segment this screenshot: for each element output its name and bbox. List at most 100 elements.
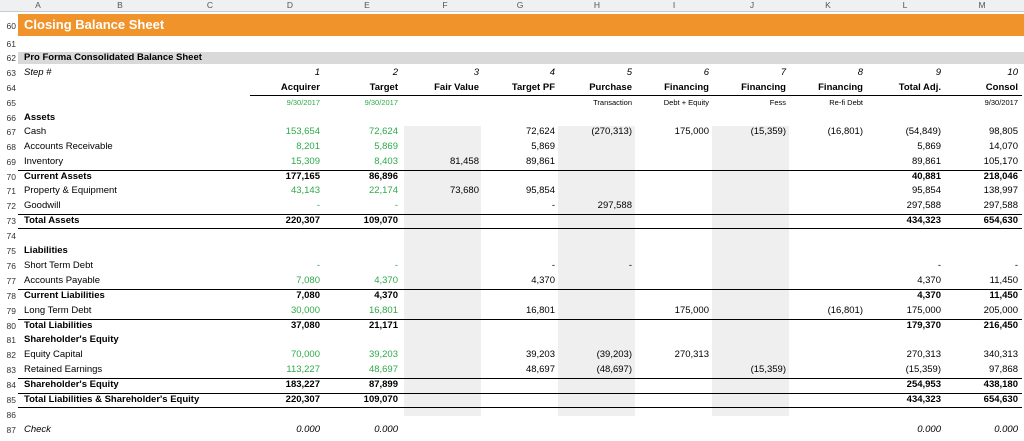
- cell-k64[interactable]: Financing: [773, 82, 863, 94]
- cell-a80[interactable]: Total Liabilities: [24, 320, 92, 332]
- cell-a87[interactable]: Check: [24, 424, 51, 436]
- row-number[interactable]: 66: [0, 112, 16, 124]
- cell-e63[interactable]: 2: [308, 67, 398, 79]
- cell-a63[interactable]: Step #: [24, 67, 51, 79]
- cell-e69[interactable]: 8,403: [308, 156, 398, 168]
- cell-d70[interactable]: 177,165: [230, 171, 320, 183]
- row-number[interactable]: 71: [0, 185, 16, 197]
- cell-d65[interactable]: 9/30/2017: [230, 97, 320, 109]
- cell-d84[interactable]: 183,227: [230, 379, 320, 391]
- cell-m78[interactable]: 11,450: [928, 290, 1018, 302]
- cell-g77[interactable]: 4,370: [465, 275, 555, 287]
- cell-a78[interactable]: Current Liabilities: [24, 290, 105, 302]
- row-number[interactable]: 74: [0, 230, 16, 242]
- cell-a79[interactable]: Long Term Debt: [24, 305, 91, 317]
- row-number[interactable]: 68: [0, 141, 16, 153]
- row-number[interactable]: 69: [0, 156, 16, 168]
- cell-a82[interactable]: Equity Capital: [24, 349, 83, 361]
- cell-h76[interactable]: -: [542, 260, 632, 272]
- cell-d76[interactable]: -: [230, 260, 320, 272]
- cell-m83[interactable]: 97,868: [928, 364, 1018, 376]
- cell-m71[interactable]: 138,997: [928, 185, 1018, 197]
- cell-m85[interactable]: 654,630: [928, 394, 1018, 406]
- cell-e64[interactable]: Target: [308, 82, 398, 94]
- cell-e87[interactable]: 0.000: [308, 424, 398, 436]
- cell-a85[interactable]: Total Liabilities & Shareholder's Equity: [24, 394, 199, 406]
- cell-m73[interactable]: 654,630: [928, 215, 1018, 227]
- cell-m87[interactable]: 0.000: [928, 424, 1018, 436]
- cell-a72[interactable]: Goodwill: [24, 200, 60, 212]
- cell-d80[interactable]: 37,080: [230, 320, 320, 332]
- row-number[interactable]: 78: [0, 290, 16, 302]
- cell-m80[interactable]: 216,450: [928, 320, 1018, 332]
- cell-m69[interactable]: 105,170: [928, 156, 1018, 168]
- cell-d64[interactable]: Acquirer: [230, 82, 320, 94]
- cell-e71[interactable]: 22,174: [308, 185, 398, 197]
- row-number[interactable]: 75: [0, 245, 16, 257]
- cell-e85[interactable]: 109,070: [308, 394, 398, 406]
- column-letter-k[interactable]: K: [820, 0, 836, 11]
- cell-e80[interactable]: 21,171: [308, 320, 398, 332]
- cell-e82[interactable]: 39,203: [308, 349, 398, 361]
- cell-e70[interactable]: 86,896: [308, 171, 398, 183]
- cell-i79[interactable]: 175,000: [619, 305, 709, 317]
- cell-m68[interactable]: 14,070: [928, 141, 1018, 153]
- cell-e67[interactable]: 72,624: [308, 126, 398, 138]
- row-number[interactable]: 81: [0, 334, 16, 346]
- cell-a67[interactable]: Cash: [24, 126, 46, 138]
- cell-k67[interactable]: (16,801): [773, 126, 863, 138]
- cell-m82[interactable]: 340,313: [928, 349, 1018, 361]
- row-number[interactable]: 82: [0, 349, 16, 361]
- cell-d87[interactable]: 0.000: [230, 424, 320, 436]
- cell-m70[interactable]: 218,046: [928, 171, 1018, 183]
- row-number[interactable]: 72: [0, 200, 16, 212]
- cell-j83[interactable]: (15,359): [696, 364, 786, 376]
- cell-e65[interactable]: 9/30/2017: [308, 97, 398, 109]
- cell-a71[interactable]: Property & Equipment: [24, 185, 117, 197]
- row-number[interactable]: 63: [0, 67, 16, 79]
- cell-m79[interactable]: 205,000: [928, 305, 1018, 317]
- cell-a73[interactable]: Total Assets: [24, 215, 79, 227]
- cell-d72[interactable]: -: [230, 200, 320, 212]
- row-number[interactable]: 85: [0, 394, 16, 406]
- cell-a77[interactable]: Accounts Payable: [24, 275, 100, 287]
- cell-d83[interactable]: 113,227: [230, 364, 320, 376]
- cell-m84[interactable]: 438,180: [928, 379, 1018, 391]
- cell-a68[interactable]: Accounts Receivable: [24, 141, 113, 153]
- spreadsheet[interactable]: A B C D E F G H I J K L M Closing Balance Sheet 60 61…: [0, 0, 1024, 441]
- cell-a70[interactable]: Current Assets: [24, 171, 92, 183]
- cell-a83[interactable]: Retained Earnings: [24, 364, 102, 376]
- column-letter-e[interactable]: E: [359, 0, 375, 11]
- cell-m67[interactable]: 98,805: [928, 126, 1018, 138]
- cell-d63[interactable]: 1: [230, 67, 320, 79]
- cell-a62[interactable]: Pro Forma Consolidated Balance Sheet: [24, 52, 202, 64]
- cell-d68[interactable]: 8,201: [230, 141, 320, 153]
- column-letter-d[interactable]: D: [282, 0, 298, 11]
- cell-d78[interactable]: 7,080: [230, 290, 320, 302]
- column-letter-g[interactable]: G: [512, 0, 528, 11]
- column-letter-c[interactable]: C: [202, 0, 218, 11]
- cell-e73[interactable]: 109,070: [308, 215, 398, 227]
- cell-e68[interactable]: 5,869: [308, 141, 398, 153]
- row-number[interactable]: 62: [0, 52, 16, 64]
- cell-d73[interactable]: 220,307: [230, 215, 320, 227]
- cell-e79[interactable]: 16,801: [308, 305, 398, 317]
- row-number[interactable]: 67: [0, 126, 16, 138]
- cell-d77[interactable]: 7,080: [230, 275, 320, 287]
- cell-m64[interactable]: Consol: [928, 82, 1018, 94]
- row-number[interactable]: 64: [0, 82, 16, 94]
- cell-a75[interactable]: Liabilities: [24, 245, 68, 257]
- cell-m63[interactable]: 10: [928, 67, 1018, 79]
- row-number[interactable]: 76: [0, 260, 16, 272]
- row-number[interactable]: 60: [0, 20, 16, 32]
- cell-a81[interactable]: Shareholder's Equity: [24, 334, 119, 346]
- row-number[interactable]: 79: [0, 305, 16, 317]
- cell-a69[interactable]: Inventory: [24, 156, 63, 168]
- cell-d67[interactable]: 153,654: [230, 126, 320, 138]
- column-letter-i[interactable]: I: [666, 0, 682, 11]
- cell-d71[interactable]: 43,143: [230, 185, 320, 197]
- row-number[interactable]: 65: [0, 97, 16, 109]
- column-letter-a[interactable]: A: [30, 0, 46, 11]
- row-number[interactable]: 87: [0, 424, 16, 436]
- cell-h72[interactable]: 297,588: [542, 200, 632, 212]
